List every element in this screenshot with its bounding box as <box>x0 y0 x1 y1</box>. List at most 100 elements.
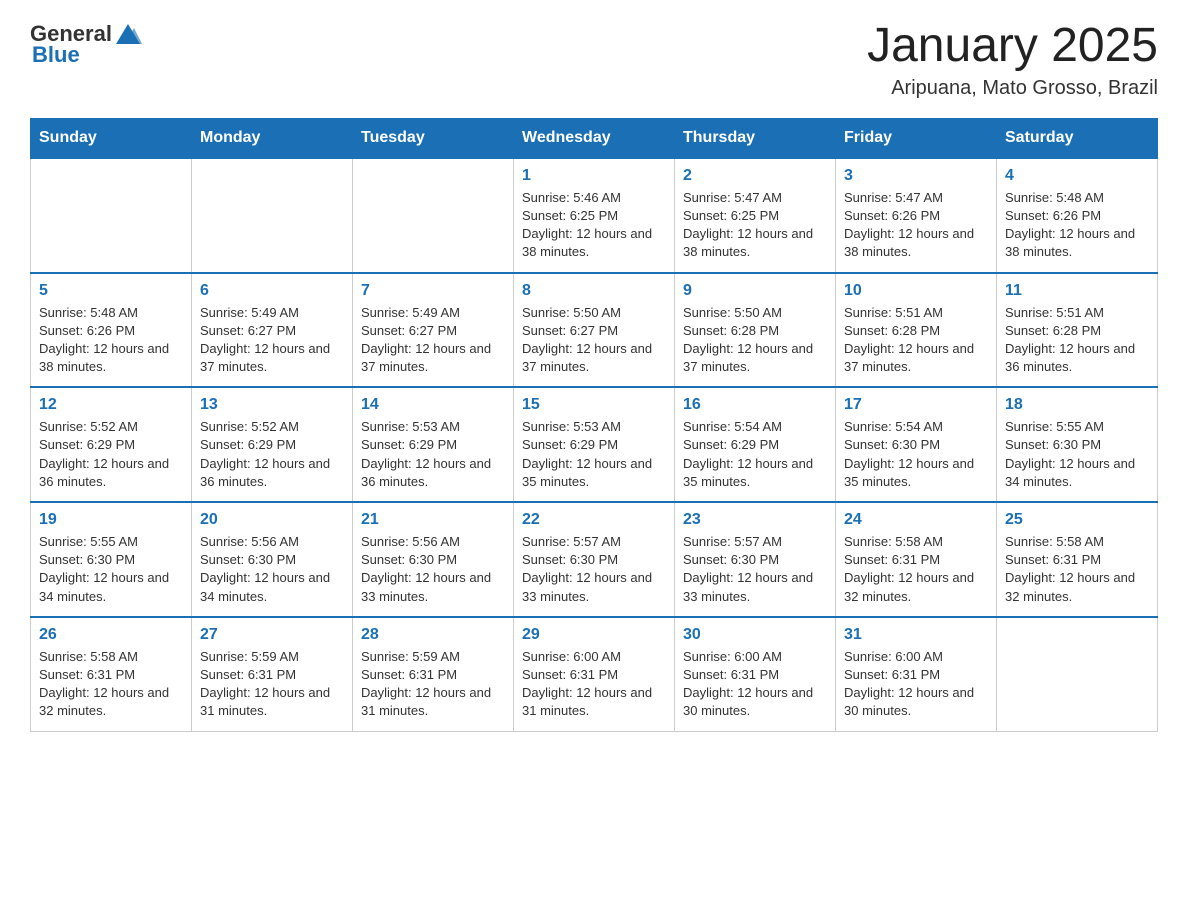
calendar-cell: 10 Sunrise: 5:51 AMSunset: 6:28 PMDayligh… <box>836 273 997 388</box>
day-number: 18 <box>1005 396 1149 414</box>
calendar-cell: 6 Sunrise: 5:49 AMSunset: 6:27 PMDaylight… <box>192 273 353 388</box>
day-number: 28 <box>361 626 505 644</box>
day-info: Sunrise: 5:58 AMSunset: 6:31 PMDaylight:… <box>39 648 183 721</box>
day-info: Sunrise: 5:56 AMSunset: 6:30 PMDaylight:… <box>361 533 505 606</box>
header-monday: Monday <box>192 118 353 158</box>
calendar-cell: 14 Sunrise: 5:53 AMSunset: 6:29 PMDayligh… <box>353 387 514 502</box>
day-info: Sunrise: 5:51 AMSunset: 6:28 PMDaylight:… <box>844 304 988 377</box>
calendar-cell: 9 Sunrise: 5:50 AMSunset: 6:28 PMDaylight… <box>675 273 836 388</box>
day-number: 12 <box>39 396 183 414</box>
day-number: 9 <box>683 282 827 300</box>
month-year-title: January 2025 <box>867 20 1158 73</box>
day-info: Sunrise: 5:58 AMSunset: 6:31 PMDaylight:… <box>844 533 988 606</box>
day-number: 21 <box>361 511 505 529</box>
calendar-cell: 13Sunrise: 5:52 AMSunset: 6:29 PMDayligh… <box>192 387 353 502</box>
day-info: Sunrise: 5:47 AMSunset: 6:25 PMDaylight:… <box>683 189 827 262</box>
week-row-2: 5 Sunrise: 5:48 AMSunset: 6:26 PMDaylight… <box>31 273 1158 388</box>
day-number: 8 <box>522 282 666 300</box>
day-number: 14 <box>361 396 505 414</box>
day-number: 4 <box>1005 167 1149 185</box>
day-number: 2 <box>683 167 827 185</box>
calendar-cell: 18 Sunrise: 5:55 AMSunset: 6:30 PMDayligh… <box>997 387 1158 502</box>
calendar-cell: 26 Sunrise: 5:58 AMSunset: 6:31 PMDayligh… <box>31 617 192 731</box>
day-number: 6 <box>200 282 344 300</box>
day-number: 23 <box>683 511 827 529</box>
weekday-header-row: Sunday Monday Tuesday Wednesday Thursday… <box>31 118 1158 158</box>
calendar-cell <box>192 158 353 273</box>
day-number: 5 <box>39 282 183 300</box>
day-info: Sunrise: 5:50 AMSunset: 6:28 PMDaylight:… <box>683 304 827 377</box>
day-info: Sunrise: 6:00 AMSunset: 6:31 PMDaylight:… <box>844 648 988 721</box>
calendar-cell: 16Sunrise: 5:54 AMSunset: 6:29 PMDayligh… <box>675 387 836 502</box>
header-saturday: Saturday <box>997 118 1158 158</box>
day-number: 26 <box>39 626 183 644</box>
day-info: Sunrise: 5:57 AMSunset: 6:30 PMDaylight:… <box>683 533 827 606</box>
day-number: 29 <box>522 626 666 644</box>
calendar-cell: 8 Sunrise: 5:50 AMSunset: 6:27 PMDaylight… <box>514 273 675 388</box>
calendar-cell: 21 Sunrise: 5:56 AMSunset: 6:30 PMDayligh… <box>353 502 514 617</box>
day-info: Sunrise: 5:48 AMSunset: 6:26 PMDaylight:… <box>39 304 183 377</box>
calendar-cell <box>997 617 1158 731</box>
day-number: 7 <box>361 282 505 300</box>
calendar-cell: 25 Sunrise: 5:58 AMSunset: 6:31 PMDayligh… <box>997 502 1158 617</box>
day-info: Sunrise: 6:00 AMSunset: 6:31 PMDaylight:… <box>522 648 666 721</box>
day-number: 24 <box>844 511 988 529</box>
calendar-cell: 2 Sunrise: 5:47 AMSunset: 6:25 PMDaylight… <box>675 158 836 273</box>
day-info: Sunrise: 6:00 AMSunset: 6:31 PMDaylight:… <box>683 648 827 721</box>
calendar-table: Sunday Monday Tuesday Wednesday Thursday… <box>30 118 1158 732</box>
day-info: Sunrise: 5:53 AMSunset: 6:29 PMDaylight:… <box>361 418 505 491</box>
calendar-cell: 17Sunrise: 5:54 AMSunset: 6:30 PMDayligh… <box>836 387 997 502</box>
logo: General Blue <box>30 20 142 68</box>
day-info: Sunrise: 5:49 AMSunset: 6:27 PMDaylight:… <box>200 304 344 377</box>
header-friday: Friday <box>836 118 997 158</box>
day-number: 30 <box>683 626 827 644</box>
day-info: Sunrise: 5:59 AMSunset: 6:31 PMDaylight:… <box>361 648 505 721</box>
day-number: 3 <box>844 167 988 185</box>
day-info: Sunrise: 5:49 AMSunset: 6:27 PMDaylight:… <box>361 304 505 377</box>
day-info: Sunrise: 5:58 AMSunset: 6:31 PMDaylight:… <box>1005 533 1149 606</box>
day-info: Sunrise: 5:52 AMSunset: 6:29 PMDaylight:… <box>39 418 183 491</box>
logo-blue-text: Blue <box>32 42 80 68</box>
day-info: Sunrise: 5:46 AMSunset: 6:25 PMDaylight:… <box>522 189 666 262</box>
calendar-cell: 30 Sunrise: 6:00 AMSunset: 6:31 PMDayligh… <box>675 617 836 731</box>
header-sunday: Sunday <box>31 118 192 158</box>
header-wednesday: Wednesday <box>514 118 675 158</box>
page-header: General Blue January 2025 Aripuana, Mato… <box>30 20 1158 100</box>
calendar-cell: 19Sunrise: 5:55 AMSunset: 6:30 PMDayligh… <box>31 502 192 617</box>
calendar-cell: 29 Sunrise: 6:00 AMSunset: 6:31 PMDayligh… <box>514 617 675 731</box>
day-info: Sunrise: 5:59 AMSunset: 6:31 PMDaylight:… <box>200 648 344 721</box>
location-subtitle: Aripuana, Mato Grosso, Brazil <box>867 77 1158 100</box>
calendar-cell: 5 Sunrise: 5:48 AMSunset: 6:26 PMDaylight… <box>31 273 192 388</box>
header-thursday: Thursday <box>675 118 836 158</box>
week-row-3: 12 Sunrise: 5:52 AMSunset: 6:29 PMDayligh… <box>31 387 1158 502</box>
day-number: 27 <box>200 626 344 644</box>
calendar-cell: 7 Sunrise: 5:49 AMSunset: 6:27 PMDaylight… <box>353 273 514 388</box>
day-number: 22 <box>522 511 666 529</box>
day-info: Sunrise: 5:55 AMSunset: 6:30 PMDaylight:… <box>39 533 183 606</box>
title-block: January 2025 Aripuana, Mato Grosso, Braz… <box>867 20 1158 100</box>
calendar-cell: 3 Sunrise: 5:47 AMSunset: 6:26 PMDaylight… <box>836 158 997 273</box>
day-info: Sunrise: 5:51 AMSunset: 6:28 PMDaylight:… <box>1005 304 1149 377</box>
day-info: Sunrise: 5:47 AMSunset: 6:26 PMDaylight:… <box>844 189 988 262</box>
calendar-cell: 24 Sunrise: 5:58 AMSunset: 6:31 PMDayligh… <box>836 502 997 617</box>
calendar-cell: 1 Sunrise: 5:46 AMSunset: 6:25 PMDaylight… <box>514 158 675 273</box>
calendar-cell: 12 Sunrise: 5:52 AMSunset: 6:29 PMDayligh… <box>31 387 192 502</box>
day-number: 13 <box>200 396 344 414</box>
day-info: Sunrise: 5:50 AMSunset: 6:27 PMDaylight:… <box>522 304 666 377</box>
day-number: 1 <box>522 167 666 185</box>
day-number: 11 <box>1005 282 1149 300</box>
day-number: 25 <box>1005 511 1149 529</box>
calendar-cell: 4Sunrise: 5:48 AMSunset: 6:26 PMDaylight… <box>997 158 1158 273</box>
logo-icon <box>114 20 142 48</box>
day-number: 15 <box>522 396 666 414</box>
day-number: 10 <box>844 282 988 300</box>
week-row-1: 1 Sunrise: 5:46 AMSunset: 6:25 PMDaylight… <box>31 158 1158 273</box>
calendar-cell: 22Sunrise: 5:57 AMSunset: 6:30 PMDayligh… <box>514 502 675 617</box>
day-info: Sunrise: 5:55 AMSunset: 6:30 PMDaylight:… <box>1005 418 1149 491</box>
day-number: 16 <box>683 396 827 414</box>
day-number: 20 <box>200 511 344 529</box>
day-number: 31 <box>844 626 988 644</box>
calendar-cell <box>353 158 514 273</box>
day-info: Sunrise: 5:53 AMSunset: 6:29 PMDaylight:… <box>522 418 666 491</box>
calendar-cell: 28 Sunrise: 5:59 AMSunset: 6:31 PMDayligh… <box>353 617 514 731</box>
